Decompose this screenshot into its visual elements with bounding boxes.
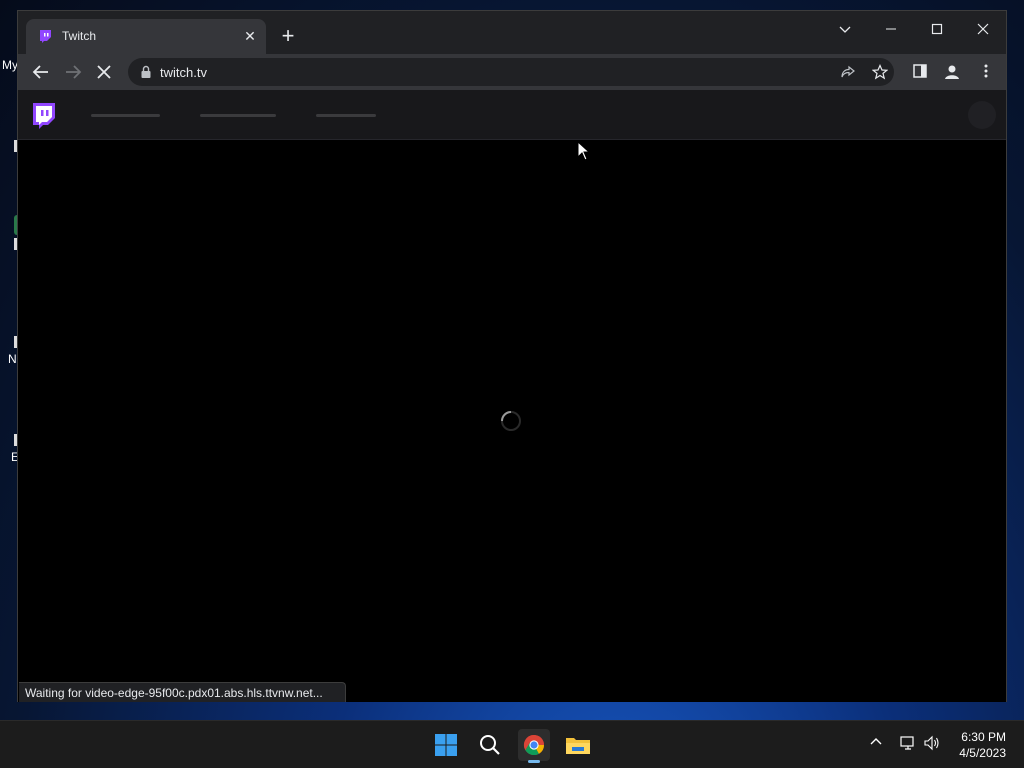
mouse-cursor-icon — [577, 141, 591, 161]
twitch-favicon-icon — [40, 30, 51, 43]
windows-logo-icon — [435, 734, 457, 756]
maximize-button[interactable] — [922, 17, 952, 43]
tab-twitch[interactable]: Twitch ✕ — [26, 19, 266, 54]
stop-loading-icon[interactable] — [93, 61, 115, 83]
browser-window: Twitch ✕ + twitch.tv Waiting for video-e… — [17, 10, 1007, 702]
start-button[interactable] — [430, 729, 462, 761]
more-menu-icon[interactable] — [978, 63, 994, 79]
active-app-indicator — [528, 760, 540, 763]
twitch-logo-icon[interactable] — [30, 102, 56, 132]
address-bar[interactable]: twitch.tv — [128, 58, 894, 86]
file-explorer-taskbar-button[interactable] — [562, 729, 594, 761]
tab-close-icon[interactable]: ✕ — [242, 28, 258, 44]
url-text: twitch.tv — [160, 65, 207, 80]
loading-spinner-icon — [501, 411, 521, 431]
search-button[interactable] — [474, 729, 506, 761]
clock-time: 6:30 PM — [961, 730, 1006, 744]
profile-icon[interactable] — [943, 63, 961, 81]
back-arrow-icon[interactable] — [30, 61, 52, 83]
share-icon[interactable] — [840, 64, 856, 80]
twitch-top-nav — [18, 90, 1006, 140]
chrome-taskbar-button[interactable] — [518, 729, 550, 763]
close-window-button[interactable] — [968, 17, 998, 43]
avatar-placeholder — [968, 101, 996, 129]
nav-link-placeholder — [200, 114, 276, 117]
status-bar: Waiting for video-edge-95f00c.pdx01.abs.… — [19, 682, 346, 702]
taskbar-clock[interactable]: 6:30 PM 4/5/2023 — [959, 729, 1006, 761]
search-icon — [480, 735, 500, 755]
minimize-button[interactable] — [876, 17, 906, 43]
tab-title: Twitch — [62, 29, 97, 43]
forward-arrow-icon[interactable] — [62, 61, 84, 83]
taskbar: 6:30 PM 4/5/2023 — [0, 720, 1024, 768]
volume-icon[interactable] — [923, 735, 941, 751]
tab-strip: Twitch ✕ + — [18, 11, 1006, 54]
nav-link-placeholder — [316, 114, 376, 117]
desktop-icon-label: My — [2, 58, 18, 72]
clock-date: 4/5/2023 — [959, 746, 1006, 760]
page-content: Waiting for video-edge-95f00c.pdx01.abs.… — [18, 90, 1006, 702]
show-hidden-icons-chevron-icon[interactable] — [869, 735, 883, 749]
tab-search-chevron-icon[interactable] — [830, 17, 860, 43]
desktop-icon-label: N — [8, 352, 17, 366]
chrome-icon — [523, 734, 545, 756]
network-icon[interactable] — [899, 735, 917, 751]
lock-icon — [141, 65, 151, 78]
nav-link-placeholder — [91, 114, 160, 117]
side-panel-icon[interactable] — [912, 63, 928, 79]
new-tab-button[interactable]: + — [276, 25, 300, 49]
bookmark-star-icon[interactable] — [872, 64, 888, 80]
browser-toolbar: twitch.tv — [18, 54, 1006, 90]
desktop-icon-1[interactable]: My — [0, 58, 18, 78]
file-explorer-icon — [566, 738, 590, 754]
